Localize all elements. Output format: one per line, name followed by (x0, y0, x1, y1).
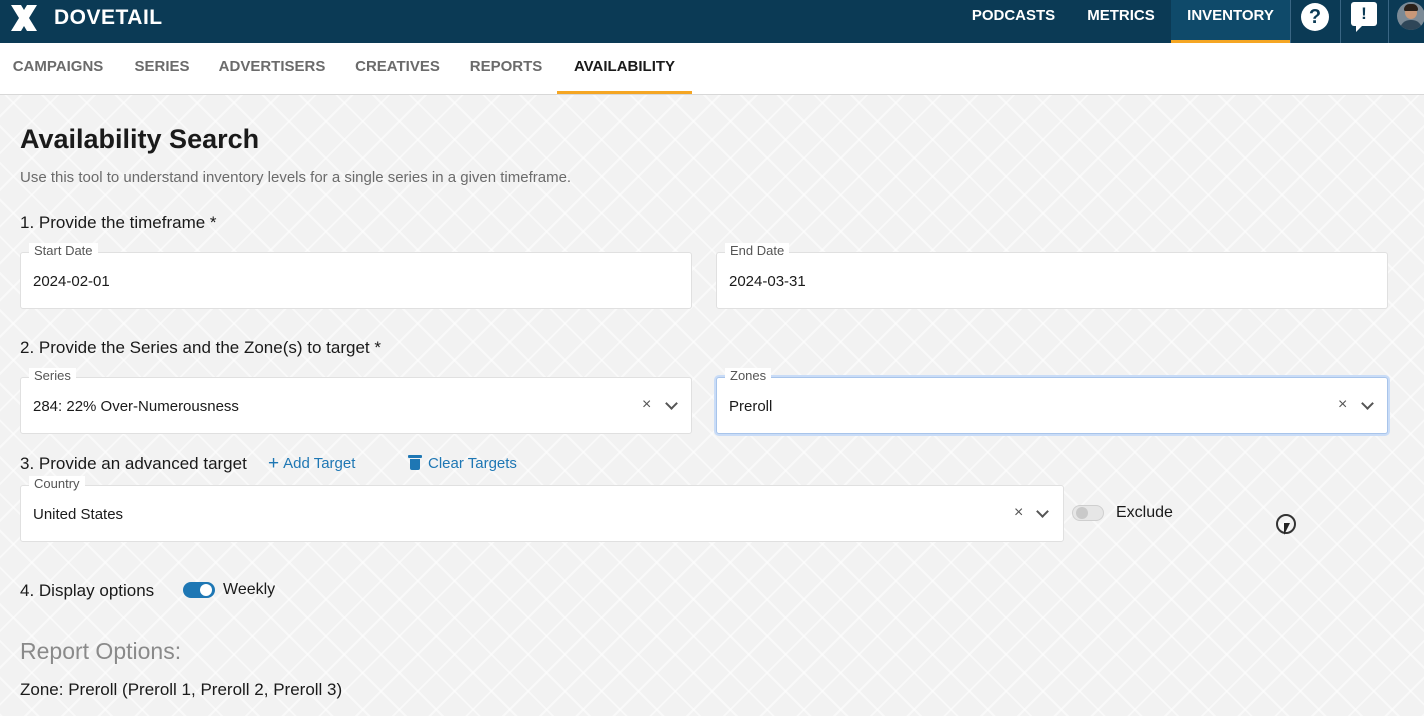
step3-heading: 3. Provide an advanced target (20, 454, 247, 473)
country-select[interactable]: Country United States × (20, 476, 1064, 542)
exclude-toggle-knob (1076, 507, 1088, 519)
zones-label: Zones (725, 368, 772, 384)
country-chevron-down-icon[interactable] (1036, 505, 1049, 518)
start-date-value[interactable]: 2024-02-01 (33, 273, 110, 290)
avatar-hair-shape (1404, 4, 1418, 11)
country-value: United States (33, 506, 124, 523)
topnav-podcasts[interactable]: PODCASTS (958, 0, 1069, 43)
zones-value: Preroll (729, 398, 773, 415)
avatar-body-shape (1400, 20, 1422, 30)
start-date-field[interactable]: Start Date 2024-02-01 (20, 243, 692, 309)
series-chevron-down-icon[interactable] (665, 397, 678, 410)
tab-creatives[interactable]: CREATIVES (342, 43, 453, 94)
end-date-value[interactable]: 2024-03-31 (729, 273, 806, 290)
add-target-button[interactable]: + Add Target (268, 453, 355, 475)
step4-heading: 4. Display options (20, 581, 155, 600)
step1-heading: 1. Provide the timeframe * (20, 213, 217, 232)
tab-series[interactable]: SERIES (120, 43, 204, 94)
exclude-label: Exclude (1116, 504, 1173, 521)
user-avatar[interactable] (1397, 2, 1424, 30)
clear-targets-button[interactable]: Clear Targets (408, 455, 517, 472)
tab-availability[interactable]: AVAILABILITY (557, 43, 692, 94)
tab-reports[interactable]: REPORTS (457, 43, 555, 94)
end-date-field[interactable]: End Date 2024-03-31 (716, 243, 1388, 309)
zones-clear-icon[interactable]: × (1338, 396, 1347, 414)
report-options-heading: Report Options: (20, 638, 182, 664)
dovetail-logo-icon[interactable] (8, 2, 40, 34)
plus-icon: + (268, 453, 280, 474)
topnav-divider (1388, 0, 1389, 43)
weekly-label: Weekly (223, 581, 276, 598)
topnav-divider (1340, 0, 1341, 43)
brand-name[interactable]: DOVETAIL (54, 6, 163, 30)
topnav-metrics[interactable]: METRICS (1073, 0, 1169, 43)
weekly-toggle-knob (200, 584, 212, 596)
series-value: 284: 22% Over-Numerousness (33, 398, 239, 415)
page-description: Use this tool to understand inventory le… (20, 169, 572, 186)
series-clear-icon[interactable]: × (642, 396, 651, 414)
zones-select[interactable]: Zones Preroll × (716, 368, 1388, 434)
end-date-label: End Date (725, 243, 790, 259)
country-clear-icon[interactable]: × (1014, 504, 1023, 522)
step2-heading: 2. Provide the Series and the Zone(s) to… (20, 338, 381, 357)
country-label: Country (29, 476, 85, 492)
report-zone-line: Zone: Preroll (Preroll 1, Preroll 2, Pre… (20, 680, 343, 699)
zones-chevron-down-icon[interactable] (1361, 397, 1374, 410)
sub-nav: CAMPAIGNS SERIES ADVERTISERS CREATIVES R… (0, 43, 1424, 95)
add-target-label: Add Target (283, 455, 356, 472)
help-icon[interactable]: ? (1301, 3, 1329, 31)
weekly-toggle[interactable] (183, 582, 215, 598)
series-select[interactable]: Series 284: 22% Over-Numerousness × (20, 368, 692, 434)
clear-targets-label: Clear Targets (428, 455, 517, 472)
series-label: Series (29, 368, 76, 384)
topnav-divider (1290, 0, 1291, 43)
mouse-pointer-icon (1284, 523, 1290, 535)
page-title: Availability Search (20, 124, 260, 154)
tab-campaigns[interactable]: CAMPAIGNS (0, 43, 116, 94)
feedback-icon[interactable]: ! (1351, 2, 1377, 32)
topnav-inventory[interactable]: INVENTORY (1171, 0, 1290, 43)
exclude-toggle[interactable] (1072, 505, 1104, 521)
tab-advertisers[interactable]: ADVERTISERS (206, 43, 338, 94)
start-date-label: Start Date (29, 243, 98, 259)
trash-icon (408, 455, 422, 470)
top-bar: DOVETAIL PODCASTS METRICS INVENTORY ? ! (0, 0, 1424, 43)
